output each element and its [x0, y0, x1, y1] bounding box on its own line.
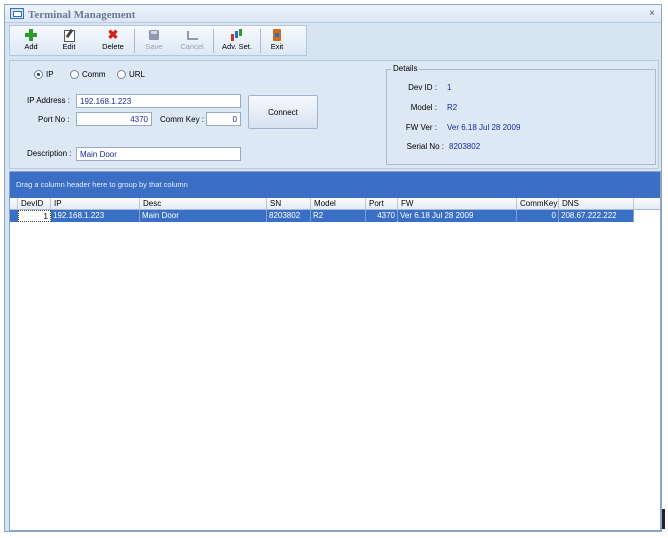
save-button-label: Save: [145, 42, 163, 51]
cell-fw[interactable]: Ver 6.18 Jul 28 2009: [398, 210, 517, 222]
column-header-model[interactable]: Model: [311, 198, 366, 210]
title-bar: Terminal Management ×: [5, 5, 661, 23]
details-title: Details: [391, 64, 420, 73]
advanced-settings-icon: [230, 29, 244, 41]
advanced-settings-button[interactable]: Adv. Set.: [217, 27, 257, 55]
column-header-fw[interactable]: FW: [398, 198, 517, 210]
connection-panel: IP Comm URL IP Address : 192.168.1.223 P…: [9, 60, 659, 169]
dev-id-value: 1: [447, 83, 452, 92]
window-title: Terminal Management: [28, 9, 136, 21]
connect-button[interactable]: Connect: [248, 95, 318, 129]
ip-address-label: IP Address :: [27, 96, 70, 105]
ip-address-input[interactable]: 192.168.1.223: [76, 94, 241, 108]
description-input[interactable]: Main Door: [76, 147, 241, 161]
model-label: Model :: [410, 103, 437, 112]
toolbar: Add Edit ✖ Delete Save Cancel Adv. Set. …: [9, 25, 307, 56]
delete-button-label: Delete: [102, 42, 124, 51]
comm-key-label: Comm Key :: [160, 115, 205, 124]
add-button-label: Add: [24, 42, 38, 51]
toolbar-separator: [134, 29, 135, 53]
column-header-commkey[interactable]: CommKey: [517, 198, 559, 210]
exit-icon: [270, 29, 284, 41]
mode-radio-label: Comm: [82, 70, 106, 79]
exit-button[interactable]: Exit: [265, 27, 289, 55]
advanced-settings-button-label: Adv. Set.: [222, 42, 252, 51]
radio-checked-icon: [34, 70, 43, 79]
serial-no-label: Serial No :: [406, 142, 444, 151]
exit-button-label: Exit: [270, 42, 284, 51]
comm-key-input[interactable]: 0: [206, 112, 241, 126]
save-button[interactable]: Save: [141, 27, 167, 55]
column-header-sn[interactable]: SN: [267, 198, 311, 210]
fw-ver-value: Ver 6.18 Jul 28 2009: [447, 123, 521, 132]
column-header-ip[interactable]: IP: [51, 198, 140, 210]
mode-radio-comm[interactable]: Comm: [70, 70, 106, 79]
cancel-icon: [185, 29, 199, 41]
add-button[interactable]: Add: [16, 27, 46, 55]
cell-ip[interactable]: 192.168.1.223: [51, 210, 140, 222]
resize-edge: [662, 509, 665, 529]
add-icon: [24, 29, 38, 41]
cell-commkey[interactable]: 0: [517, 210, 559, 222]
serial-no-value: 8203802: [449, 142, 481, 151]
cancel-button-label: Cancel: [180, 42, 204, 51]
app-window-icon: [10, 8, 24, 19]
port-no-input[interactable]: 4370: [76, 112, 152, 126]
cell-dns[interactable]: 208.67.222.222: [559, 210, 634, 222]
toolbar-separator: [213, 29, 214, 53]
cell-model[interactable]: R2: [311, 210, 366, 222]
edit-icon: [62, 29, 76, 42]
edit-button-label: Edit: [62, 42, 76, 51]
row-selector-header: [10, 198, 18, 210]
table-row[interactable]: 1 192.168.1.223 Main Door 8203802 R2 437…: [10, 210, 634, 222]
cell-devid[interactable]: 1: [18, 210, 51, 222]
grid-header: DevID IP Desc SN Model Port FW CommKey D…: [10, 198, 660, 210]
radio-unchecked-icon: [70, 70, 79, 79]
cancel-button[interactable]: Cancel: [177, 27, 207, 55]
radio-unchecked-icon: [117, 70, 126, 79]
mode-radio-ip[interactable]: IP: [34, 70, 54, 79]
fw-ver-label: FW Ver :: [405, 123, 437, 132]
delete-icon: ✖: [107, 27, 119, 42]
details-groupbox: Details Dev ID : 1 Model : R2 FW Ver : V…: [386, 64, 656, 165]
cell-desc[interactable]: Main Door: [140, 210, 267, 222]
column-header-devid[interactable]: DevID: [18, 198, 51, 210]
cell-sn[interactable]: 8203802: [267, 210, 311, 222]
mode-radio-label: URL: [129, 70, 146, 79]
toolbar-separator: [260, 29, 261, 53]
edit-button[interactable]: Edit: [56, 27, 82, 55]
delete-button[interactable]: ✖ Delete: [98, 27, 128, 55]
device-grid: Drag a column header here to group by th…: [9, 171, 661, 531]
mode-radio-label: IP: [46, 70, 54, 79]
dev-id-label: Dev ID :: [408, 83, 437, 92]
column-header-dns[interactable]: DNS: [559, 198, 634, 210]
terminal-management-window: Terminal Management × Add Edit ✖ Delete …: [4, 4, 662, 532]
description-label: Description :: [27, 149, 72, 158]
mode-radio-url[interactable]: URL: [117, 70, 145, 79]
column-header-desc[interactable]: Desc: [140, 198, 267, 210]
column-header-port[interactable]: Port: [366, 198, 398, 210]
group-by-panel[interactable]: Drag a column header here to group by th…: [10, 172, 660, 198]
save-icon: [147, 29, 161, 41]
cell-port[interactable]: 4370: [366, 210, 398, 222]
model-value: R2: [447, 103, 458, 112]
close-button[interactable]: ×: [649, 8, 655, 19]
port-no-label: Port No :: [38, 115, 70, 124]
